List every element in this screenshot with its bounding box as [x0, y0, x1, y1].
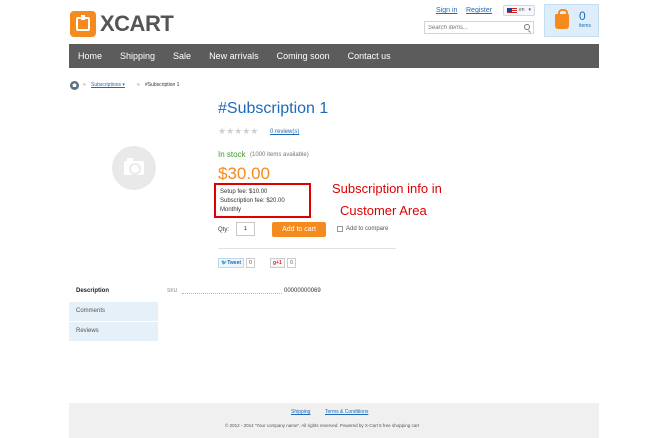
register-link[interactable]: Register: [466, 6, 492, 15]
sign-in-link[interactable]: Sign in: [436, 6, 457, 15]
subscription-period: Monthly: [220, 207, 242, 213]
footer-link-terms[interactable]: Terms & Conditions: [325, 409, 368, 416]
rating-stars[interactable]: ★★★★★: [218, 127, 258, 136]
setup-fee: Setup fee: $10.00: [220, 189, 268, 195]
tab-reviews[interactable]: Reviews: [69, 322, 158, 341]
stock-status: In stock: [218, 150, 246, 159]
breadcrumb-current: #Subscription 1: [145, 82, 180, 88]
divider: [218, 248, 396, 249]
nav-item-home[interactable]: Home: [69, 44, 111, 68]
sku-label: SKU: [167, 288, 178, 294]
search-box: [424, 21, 534, 34]
gplus-button[interactable]: g+1: [270, 258, 285, 268]
product-image-placeholder: [112, 146, 156, 190]
search-input[interactable]: [425, 22, 517, 33]
main-nav: Home Shipping Sale New arrivals Coming s…: [69, 44, 599, 68]
sku-value: 00000000069: [284, 288, 321, 294]
camera-icon: [124, 158, 144, 175]
tweet-button[interactable]: 🐦Tweet: [218, 258, 245, 268]
cart-label: items: [579, 23, 591, 29]
reviews-link[interactable]: 0 review(s): [270, 128, 299, 136]
logo-icon[interactable]: [70, 11, 96, 37]
add-to-cart-button[interactable]: Add to cart: [272, 222, 326, 237]
stock-note: (1000 items available): [250, 152, 309, 158]
nav-item-contact-us[interactable]: Contact us: [339, 44, 400, 68]
language-code: en: [519, 7, 525, 13]
footer-link-shipping[interactable]: Shipping: [291, 409, 310, 416]
shopping-bag-icon: [555, 9, 569, 29]
cart-count: 0: [579, 9, 586, 23]
subscription-info-box: Setup fee: $10.00 Subscription fee: $20.…: [214, 183, 311, 218]
logo-text[interactable]: XCART: [100, 12, 174, 36]
quantity-input[interactable]: [236, 222, 255, 236]
sku-leader: [182, 293, 282, 294]
tab-description[interactable]: Description: [69, 282, 158, 301]
tweet-count: 0: [246, 258, 255, 268]
nav-item-sale[interactable]: Sale: [164, 44, 200, 68]
flag-icon: [507, 8, 517, 14]
breadcrumb-separator: »: [83, 82, 86, 88]
gplus-count: 0: [287, 258, 296, 268]
breadcrumb-subscriptions-link[interactable]: Subscriptions ▾: [91, 82, 125, 89]
language-selector[interactable]: en ▾: [503, 5, 535, 16]
annotation-line-2: Customer Area: [340, 203, 427, 218]
mini-cart[interactable]: 0 items: [544, 4, 599, 37]
nav-item-coming-soon[interactable]: Coming soon: [268, 44, 339, 68]
nav-item-shipping[interactable]: Shipping: [111, 44, 164, 68]
breadcrumb-separator: »: [137, 82, 140, 88]
product-title: #Subscription 1: [218, 100, 329, 117]
chevron-down-icon: ▾: [528, 7, 531, 13]
subscription-fee: Subscription fee: $20.00: [220, 198, 285, 204]
search-icon[interactable]: [524, 24, 530, 30]
compare-label[interactable]: Add to compare: [346, 225, 388, 233]
copyright: © 2012 - 2014 "Your company name". All r…: [225, 423, 419, 428]
product-price: $30.00: [218, 164, 270, 183]
annotation-line-1: Subscription info in: [332, 181, 442, 196]
tab-comments[interactable]: Comments: [69, 302, 158, 321]
home-icon[interactable]: [70, 81, 79, 90]
nav-item-new-arrivals[interactable]: New arrivals: [200, 44, 268, 68]
tweet-label: Tweet: [227, 260, 242, 266]
compare-checkbox[interactable]: [337, 226, 343, 232]
qty-label: Qty:: [218, 227, 230, 233]
